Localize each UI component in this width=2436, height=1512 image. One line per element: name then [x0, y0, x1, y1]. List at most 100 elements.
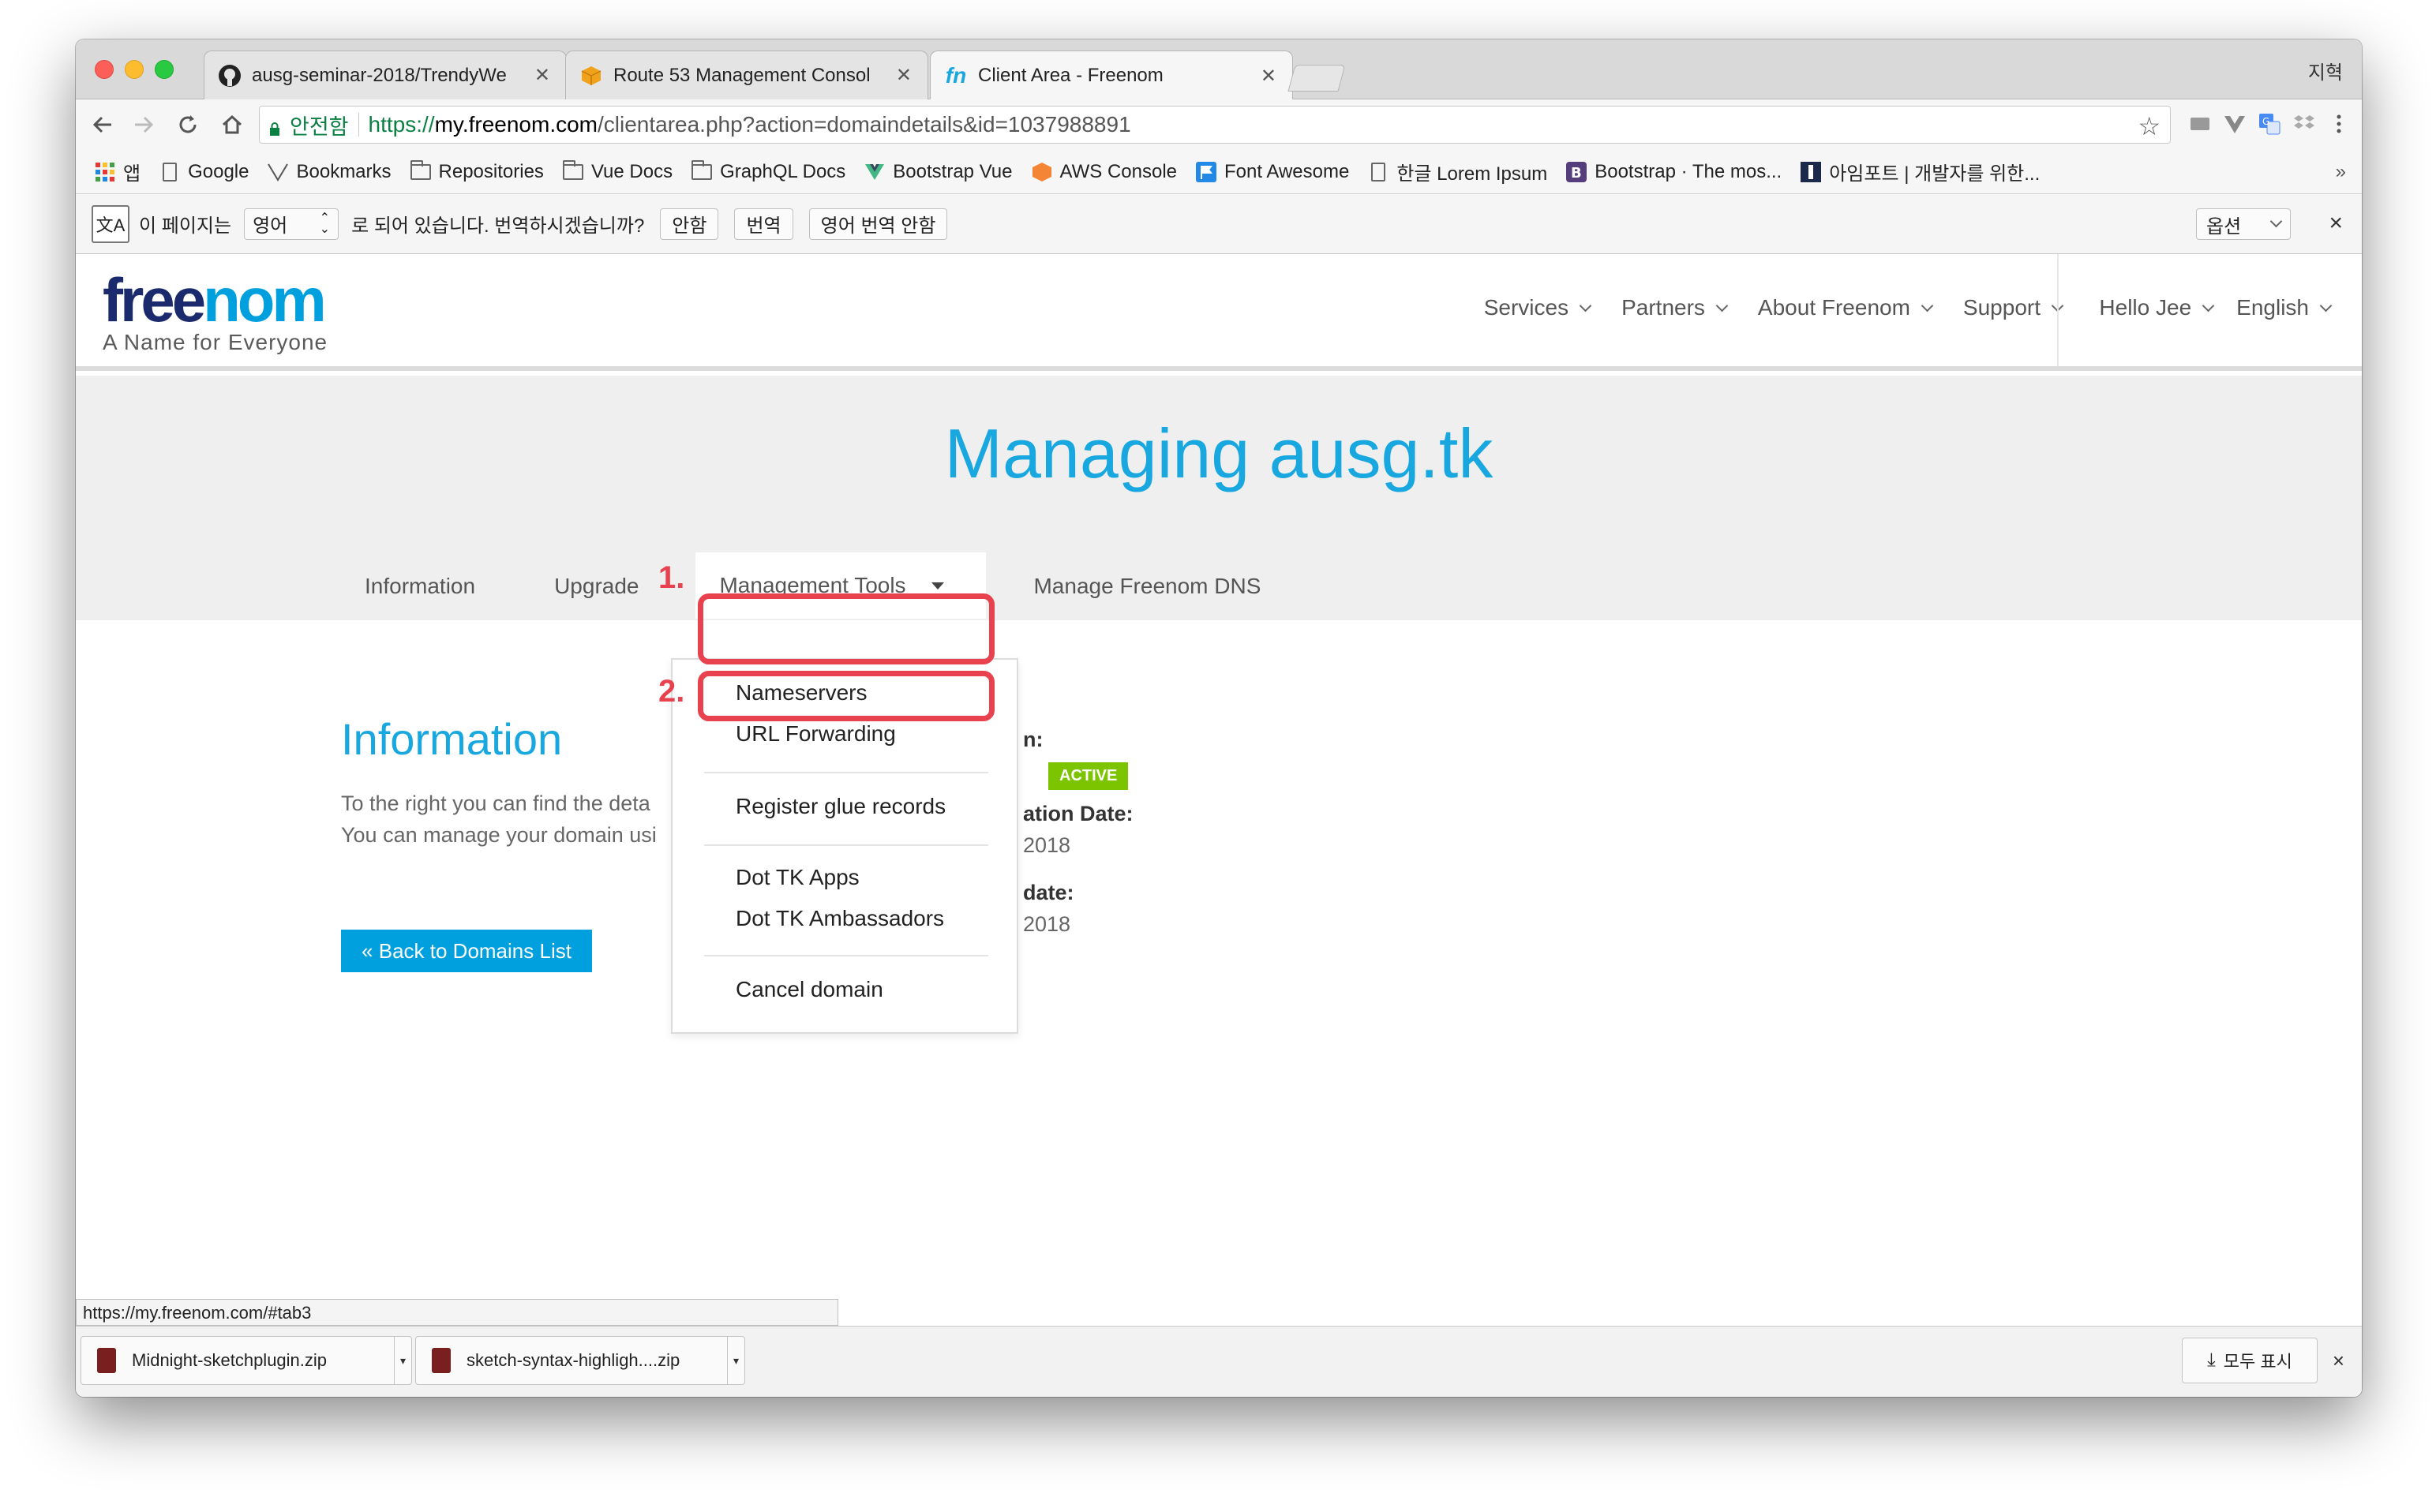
nav-services[interactable]: Services [1484, 295, 1592, 320]
logo-tagline: A Name for Everyone [103, 330, 328, 354]
page-icon [159, 162, 180, 182]
bookmark-label: AWS Console [1059, 160, 1178, 182]
vue-devtools-icon[interactable] [2223, 112, 2247, 136]
download-menu-icon[interactable]: ▾ [727, 1336, 744, 1385]
bookmark-vue-docs[interactable]: Vue Docs [562, 159, 673, 183]
github-icon [217, 63, 242, 88]
cast-icon[interactable] [2188, 112, 2212, 136]
translate-close-icon[interactable]: × [2329, 210, 2343, 237]
nav-about[interactable]: About Freenom [1758, 295, 1934, 320]
show-all-downloads-button[interactable]: ⤓ 모두 표시 [2182, 1338, 2318, 1383]
bookmark-bootstrap[interactable]: B Bootstrap · The mos... [1566, 161, 1782, 183]
folder-icon [691, 159, 713, 182]
tab-title: Route 53 Management Consol [613, 64, 871, 86]
secure-label: 안전함 [290, 114, 349, 139]
back-arrow-icon[interactable] [85, 107, 120, 142]
never-translate-button[interactable]: 영어 번역 안함 [808, 208, 948, 240]
tab-close-icon[interactable]: ✕ [534, 64, 550, 87]
lock-icon [269, 118, 280, 136]
bookmarks-overflow-icon[interactable]: » [2336, 161, 2346, 183]
tab-upgrade[interactable]: Upgrade [554, 574, 639, 599]
secure-indicator[interactable]: 안전함 [269, 110, 349, 140]
logo-nom: nom [203, 265, 327, 335]
annotation-box-nameservers [698, 671, 995, 721]
translate-button[interactable]: 번역 [734, 208, 793, 240]
main-nav: Services Partners About Freenom Support [1484, 295, 2064, 320]
tab-github[interactable]: ausg-seminar-2018/TrendyWe ✕ [204, 51, 567, 99]
chevron-down-icon [1579, 299, 1592, 312]
menu-item-dot-tk-ambassadors[interactable]: Dot TK Ambassadors [736, 906, 944, 931]
home-icon[interactable] [215, 107, 249, 142]
bookmark-apps[interactable]: 앱 [95, 158, 141, 185]
language-label: English [2236, 295, 2309, 320]
back-to-domains-button[interactable]: « Back to Domains List [341, 930, 592, 972]
download-item[interactable]: Midnight-sketchplugin.zip ▾ [81, 1336, 412, 1385]
tab-close-icon[interactable]: ✕ [1261, 65, 1276, 88]
menu-item-glue-records[interactable]: Register glue records [736, 794, 946, 819]
bookmark-label: Bootstrap Vue [893, 160, 1013, 182]
menu-divider [704, 844, 988, 846]
translate-bar: 文A 이 페이지는 영어 ⌃ ⌄ 로 되어 있습니다. 번역하시겠습니까? 안함 … [76, 194, 2362, 254]
chevron-down-icon [1921, 299, 1934, 312]
close-window-button[interactable] [95, 60, 114, 79]
language-select[interactable]: 영어 ⌃ ⌄ [244, 208, 339, 240]
nav-label: Partners [1621, 295, 1705, 320]
bookmark-google[interactable]: Google [159, 161, 249, 183]
download-item[interactable]: sketch-syntax-highligh....zip ▾ [415, 1336, 745, 1385]
chevron-down-icon [2202, 299, 2215, 312]
browser-window: ausg-seminar-2018/TrendyWe ✕ Route 53 Ma… [76, 39, 2362, 1397]
bookmark-iamport[interactable]: 아임포트 | 개발자를 위한... [1801, 158, 2040, 185]
bookmark-bookmarks[interactable]: Bookmarks [268, 161, 392, 183]
nav-partners[interactable]: Partners [1621, 295, 1729, 320]
folder-icon [410, 159, 431, 182]
download-name: Midnight-sketchplugin.zip [132, 1350, 328, 1370]
language-menu[interactable]: English [2236, 295, 2333, 320]
svg-text:G: G [2262, 116, 2269, 127]
tab-route53[interactable]: Route 53 Management Consol ✕ [565, 51, 928, 99]
bookmark-graphql-docs[interactable]: GraphQL Docs [691, 159, 846, 183]
profile-name[interactable]: 지혁 [2308, 57, 2343, 84]
address-bar[interactable]: 안전함 https:// my.freenom.com /clientarea.… [259, 106, 2171, 144]
tab-manage-dns[interactable]: Manage Freenom DNS [1033, 574, 1261, 599]
bookmark-bootstrap-vue[interactable]: Bootstrap Vue [864, 160, 1013, 183]
page-content: freenom A Name for Everyone Services Par… [76, 254, 2362, 1343]
tab-title: ausg-seminar-2018/TrendyWe [252, 64, 507, 86]
forward-arrow-icon[interactable] [126, 107, 161, 142]
tab-information[interactable]: Information [365, 574, 475, 599]
nav-support[interactable]: Support [1963, 295, 2064, 320]
bookmark-star-icon[interactable]: ☆ [2138, 111, 2161, 141]
tab-title: Client Area - Freenom [978, 65, 1164, 86]
zoom-window-button[interactable] [155, 60, 174, 79]
tab-freenom[interactable]: fn Client Area - Freenom ✕ [930, 51, 1293, 100]
menu-item-dot-tk-apps[interactable]: Dot TK Apps [736, 865, 860, 890]
annotation-step-2: 2. [658, 674, 685, 709]
user-nav: Hello Jee English [2099, 295, 2333, 320]
bookmark-aws-console[interactable]: AWS Console [1032, 160, 1178, 183]
downloads-shelf: Midnight-sketchplugin.zip ▾ sketch-synta… [76, 1326, 2362, 1397]
google-translate-icon[interactable]: G [2258, 112, 2281, 136]
url-host: my.freenom.com [434, 112, 598, 137]
menu-item-cancel-domain[interactable]: Cancel domain [736, 977, 883, 1002]
translate-options-select[interactable]: 옵션 [2196, 208, 2291, 240]
close-downloads-icon[interactable]: × [2333, 1349, 2344, 1373]
minimize-window-button[interactable] [125, 60, 144, 79]
bookmark-repositories[interactable]: Repositories [410, 159, 544, 183]
user-menu[interactable]: Hello Jee [2099, 295, 2215, 320]
reload-icon[interactable] [171, 107, 205, 142]
new-tab-button[interactable] [1287, 65, 1346, 92]
flag-icon [1196, 161, 1217, 182]
bookmark-label: GraphQL Docs [720, 160, 846, 182]
annotation-box-management-tools [698, 593, 995, 664]
bookmark-font-awesome[interactable]: Font Awesome [1196, 161, 1349, 183]
dropbox-icon[interactable] [2292, 112, 2316, 136]
bookmark-label: Repositories [438, 160, 544, 182]
detail-value: 2018 [1023, 912, 1071, 936]
download-menu-icon[interactable]: ▾ [394, 1336, 411, 1385]
tab-close-icon[interactable]: ✕ [896, 64, 912, 87]
bookmark-label: Vue Docs [590, 160, 673, 182]
menu-dots-icon[interactable] [2327, 112, 2351, 136]
translate-no-button[interactable]: 안함 [660, 208, 719, 240]
freenom-logo[interactable]: freenom A Name for Everyone [103, 269, 328, 355]
bookmark-korean-lorem[interactable]: 한글 Lorem Ipsum [1368, 158, 1547, 185]
menu-item-url-forwarding[interactable]: URL Forwarding [736, 721, 896, 747]
